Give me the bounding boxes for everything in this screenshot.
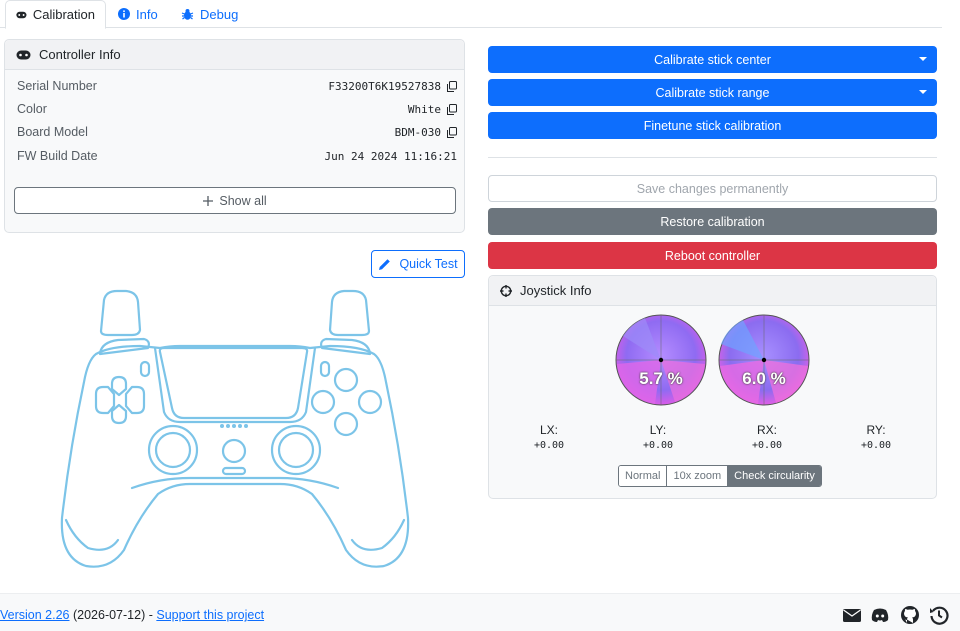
- reboot-controller-button[interactable]: Reboot controller: [488, 242, 937, 269]
- left-stick-circularity-plot: 5.7 %: [615, 314, 707, 406]
- rx-value: +0.00: [751, 440, 783, 451]
- info-row-serial: Serial Number F33200T6K19527838: [17, 76, 457, 96]
- tab-debug-label: Debug: [200, 6, 239, 22]
- board-model-value: BDM-030: [394, 125, 441, 139]
- discord-icon[interactable]: [870, 605, 890, 625]
- gamepad-icon: [16, 50, 31, 59]
- save-changes-label: Save changes permanently: [636, 181, 789, 196]
- info-value: White: [408, 103, 457, 116]
- mode-normal-button[interactable]: Normal: [619, 466, 668, 486]
- ry-value: +0.00: [860, 440, 892, 451]
- tab-bar: Calibration Info Debug: [0, 0, 942, 29]
- rx-label: RX:: [756, 423, 777, 437]
- pencil-icon: [379, 258, 391, 270]
- info-value: Jun 24 2024 11:16:21: [325, 150, 457, 163]
- history-icon[interactable]: [929, 605, 949, 625]
- reboot-controller-label: Reboot controller: [664, 248, 761, 263]
- right-stick-circle: [718, 314, 810, 406]
- copy-icon[interactable]: [447, 103, 457, 115]
- info-row-color: Color White: [17, 99, 457, 119]
- quick-test-label: Quick Test: [399, 257, 458, 271]
- crosshair-icon: [500, 284, 512, 297]
- lx-value: +0.00: [533, 440, 565, 451]
- info-circle-icon: [118, 8, 130, 20]
- copy-icon[interactable]: [447, 80, 457, 92]
- tab-calibration[interactable]: Calibration: [5, 0, 106, 29]
- bug-icon: [181, 8, 194, 20]
- controller-info-header: Controller Info: [5, 40, 464, 70]
- right-stick-circularity-plot: 6.0 %: [718, 314, 810, 406]
- info-value: BDM-030: [395, 126, 457, 139]
- tab-info-label: Info: [136, 6, 158, 22]
- right-stick-error-percent: 6.0 %: [742, 369, 786, 388]
- version-date: (2026-07-12) -: [69, 608, 157, 622]
- tab-info[interactable]: Info: [108, 0, 168, 28]
- info-label: Board Model: [17, 125, 88, 139]
- info-label: Serial Number: [17, 79, 97, 93]
- footer-text: Version 2.26 (2026-07-12) - Support this…: [0, 608, 264, 622]
- serial-number-value: F33200T6K19527838: [328, 79, 441, 93]
- left-stick-error-percent: 5.7 %: [639, 369, 683, 388]
- mode-check-circularity-button[interactable]: Check circularity: [728, 466, 821, 486]
- caret-down-icon[interactable]: [919, 90, 927, 94]
- plus-icon: [203, 195, 214, 206]
- ly-label: LY:: [649, 423, 667, 437]
- restore-calibration-label: Restore calibration: [660, 214, 765, 229]
- tab-debug[interactable]: Debug: [171, 0, 248, 28]
- controller-info-title: Controller Info: [39, 47, 121, 62]
- calibrate-range-button[interactable]: Calibrate stick range: [488, 79, 937, 106]
- finetune-button[interactable]: Finetune stick calibration: [488, 112, 937, 139]
- copy-icon[interactable]: [447, 126, 457, 138]
- lx-label: LX:: [539, 423, 558, 437]
- support-link[interactable]: Support this project: [156, 608, 264, 622]
- quick-test-button[interactable]: Quick Test: [371, 250, 465, 278]
- info-row-board-model: Board Model BDM-030: [17, 122, 457, 142]
- github-icon[interactable]: [900, 605, 920, 625]
- fw-build-date-value: Jun 24 2024 11:16:21: [324, 149, 457, 163]
- save-changes-button[interactable]: Save changes permanently: [488, 175, 937, 202]
- email-icon[interactable]: [842, 605, 862, 625]
- ly-value: +0.00: [642, 440, 674, 451]
- plot-mode-selector: Normal 10x zoom Check circularity: [618, 465, 822, 487]
- joystick-info-title: Joystick Info: [520, 283, 592, 298]
- restore-calibration-button[interactable]: Restore calibration: [488, 208, 937, 235]
- finetune-label: Finetune stick calibration: [643, 118, 782, 133]
- joystick-info-header: Joystick Info: [489, 276, 936, 306]
- controller-illustration: [60, 289, 410, 568]
- mode-10x-zoom-button[interactable]: 10x zoom: [667, 466, 729, 486]
- color-value: White: [407, 102, 441, 116]
- calibrate-center-button[interactable]: Calibrate stick center: [488, 46, 937, 73]
- left-stick-circle: [615, 314, 707, 406]
- calibrate-center-label: Calibrate stick center: [654, 52, 771, 67]
- show-all-button[interactable]: Show all: [14, 187, 456, 214]
- controller-info-card: Controller Info Serial Number F33200T6K1…: [4, 39, 465, 233]
- info-row-fw-build-date: FW Build Date Jun 24 2024 11:16:21: [17, 146, 457, 166]
- tab-calibration-label: Calibration: [32, 7, 95, 22]
- info-value: F33200T6K19527838: [328, 80, 457, 93]
- gamepad-icon: [16, 11, 27, 18]
- info-label: Color: [17, 102, 47, 116]
- ry-label: RY:: [866, 423, 886, 437]
- version-link[interactable]: Version 2.26: [0, 608, 70, 622]
- caret-down-icon[interactable]: [919, 57, 927, 61]
- calibrate-range-label: Calibrate stick range: [655, 85, 770, 100]
- info-label: FW Build Date: [17, 149, 98, 163]
- footer: Version 2.26 (2026-07-12) - Support this…: [0, 593, 960, 631]
- show-all-label: Show all: [219, 193, 267, 208]
- divider: [488, 157, 937, 158]
